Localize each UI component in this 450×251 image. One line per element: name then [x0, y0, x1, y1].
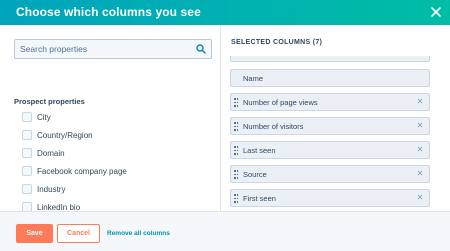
- property-option[interactable]: City: [22, 111, 51, 123]
- column-label: Name: [243, 74, 264, 83]
- remove-column-icon[interactable]: ✕: [416, 146, 424, 154]
- property-group-title: Prospect properties: [14, 97, 85, 106]
- selected-column-item[interactable]: [230, 56, 430, 62]
- property-label: Facebook company page: [37, 166, 127, 176]
- modal-title: Choose which columns you see: [16, 5, 201, 19]
- cancel-button[interactable]: Cancel: [57, 224, 100, 243]
- close-button[interactable]: [428, 4, 444, 20]
- column-label: First seen: [243, 194, 276, 203]
- selected-column-item[interactable]: Number of visitors ✕: [230, 117, 430, 135]
- search-box: [14, 39, 212, 59]
- drag-handle-icon[interactable]: [234, 146, 238, 155]
- drag-handle-icon[interactable]: [234, 194, 238, 203]
- selected-columns-title: SELECTED COLUMNS (7): [231, 39, 323, 46]
- column-chooser-modal: Choose which columns you see Prospect pr…: [0, 0, 450, 251]
- property-option[interactable]: Industry: [22, 183, 65, 195]
- selected-column-item[interactable]: Number of page views ✕: [230, 93, 430, 111]
- modal-footer: Save Cancel Remove all columns: [0, 211, 450, 251]
- property-label: City: [37, 112, 51, 122]
- property-label: Industry: [37, 184, 66, 194]
- properties-panel: Prospect properties City Country/Region …: [14, 25, 219, 212]
- remove-column-icon[interactable]: ✕: [416, 170, 424, 178]
- remove-column-icon[interactable]: ✕: [416, 98, 424, 106]
- column-label: Source: [243, 170, 267, 179]
- save-button[interactable]: Save: [16, 224, 53, 243]
- checkbox[interactable]: [22, 112, 32, 122]
- property-option[interactable]: Facebook company page: [22, 165, 127, 177]
- selected-column-item[interactable]: Last seen ✕: [230, 141, 430, 159]
- property-label: Country/Region: [37, 130, 93, 140]
- property-option[interactable]: Country/Region: [22, 129, 93, 141]
- checkbox[interactable]: [22, 130, 32, 140]
- remove-all-columns-link[interactable]: Remove all columns: [107, 230, 170, 237]
- drag-handle-icon[interactable]: [234, 122, 238, 131]
- checkbox[interactable]: [22, 166, 32, 176]
- column-label: Number of visitors: [243, 122, 304, 131]
- modal-header: Choose which columns you see: [0, 0, 450, 25]
- column-label: Last seen: [243, 146, 276, 155]
- selected-column-item[interactable]: Source ✕: [230, 165, 430, 183]
- checkbox[interactable]: [22, 148, 32, 158]
- search-input[interactable]: [15, 40, 191, 58]
- drag-handle-icon[interactable]: [234, 170, 238, 179]
- property-option[interactable]: Domain: [22, 147, 65, 159]
- remove-column-icon[interactable]: ✕: [416, 194, 424, 202]
- search-icon[interactable]: [196, 44, 206, 54]
- close-icon: [431, 7, 441, 17]
- selected-column-item[interactable]: First seen ✕: [230, 189, 430, 207]
- drag-handle-icon[interactable]: [234, 98, 238, 107]
- remove-column-icon[interactable]: ✕: [416, 122, 424, 130]
- selected-columns-panel: SELECTED COLUMNS (7) Name Number of page…: [221, 25, 450, 211]
- selected-column-item: Name: [230, 69, 430, 87]
- checkbox[interactable]: [22, 184, 32, 194]
- property-label: Domain: [37, 148, 65, 158]
- column-label: Number of page views: [243, 98, 318, 107]
